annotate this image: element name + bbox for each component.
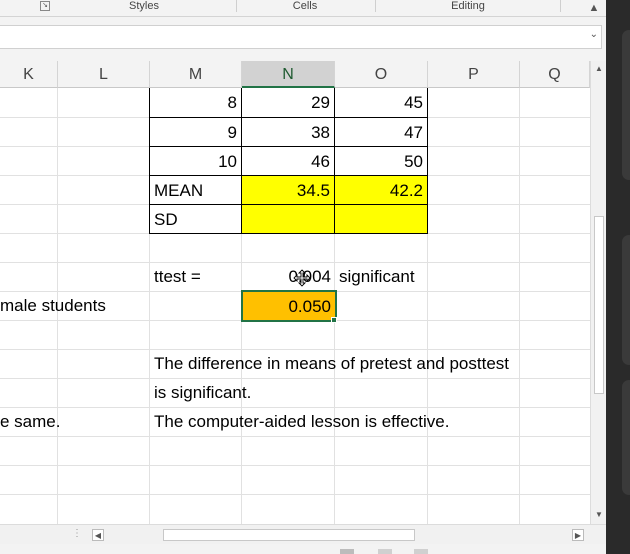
- cell-m-10[interactable]: 10: [149, 146, 242, 176]
- cell-k-overflow-same[interactable]: e same.: [0, 407, 150, 436]
- cell-n-29[interactable]: 29: [241, 88, 335, 118]
- cell-grid[interactable]: 8 29 45 9 38 47 10 46 50 MEAN 34.5 42.2 …: [0, 88, 590, 524]
- chevron-up-icon[interactable]: ▲: [584, 0, 604, 16]
- conclusion-line-3[interactable]: The computer-aided lesson is effective.: [150, 407, 590, 436]
- ribbon-separator: [560, 0, 561, 12]
- horizontal-scroll-thumb[interactable]: [163, 529, 415, 541]
- cell-o-50[interactable]: 50: [334, 146, 428, 176]
- conclusion-line-2[interactable]: is significant.: [150, 378, 590, 407]
- formula-bar: ⌄: [0, 17, 606, 61]
- mean-o-value[interactable]: 42.2: [334, 175, 428, 205]
- column-header-n[interactable]: N: [242, 61, 335, 88]
- background-panel: [622, 235, 630, 365]
- left-arrow-icon[interactable]: ◀: [92, 529, 104, 541]
- normal-view-icon[interactable]: [340, 549, 354, 554]
- fill-handle[interactable]: [331, 317, 337, 323]
- up-arrow-icon[interactable]: ▲: [594, 63, 604, 75]
- ribbon-separator: [375, 0, 376, 12]
- ribbon-group-styles: Styles: [129, 0, 159, 12]
- gridline: [0, 436, 590, 437]
- down-arrow-icon[interactable]: ▼: [594, 509, 604, 521]
- vertical-scroll-thumb[interactable]: [594, 216, 604, 394]
- ttest-label[interactable]: ttest =: [150, 262, 242, 291]
- chevron-down-icon[interactable]: ⌄: [590, 29, 598, 40]
- cell-o-47[interactable]: 47: [334, 117, 428, 147]
- selection-border: [241, 290, 337, 322]
- vertical-scrollbar[interactable]: ▲ ▼: [590, 61, 606, 524]
- column-header-q[interactable]: Q: [520, 61, 590, 88]
- ribbon-group-cells: Cells: [292, 0, 318, 12]
- page-layout-icon[interactable]: [378, 549, 392, 554]
- column-header-l[interactable]: L: [58, 61, 150, 88]
- column-header-o[interactable]: O: [335, 61, 428, 88]
- split-handle-icon[interactable]: ⋮: [72, 528, 82, 539]
- column-header-m[interactable]: M: [150, 61, 242, 88]
- gridline: [519, 88, 520, 524]
- gridline: [0, 494, 590, 495]
- sd-n-value[interactable]: [241, 204, 335, 234]
- ribbon-group-editing: Editing: [451, 0, 485, 12]
- ttest-result[interactable]: significant: [335, 262, 455, 291]
- cell-n-46[interactable]: 46: [241, 146, 335, 176]
- cell-m-8[interactable]: 8: [149, 88, 242, 118]
- horizontal-scrollbar[interactable]: ⋮ ◀ ▶: [0, 524, 606, 544]
- mean-label[interactable]: MEAN: [149, 175, 242, 205]
- right-arrow-icon[interactable]: ▶: [572, 529, 584, 541]
- cell-m-9[interactable]: 9: [149, 117, 242, 147]
- window-edge: [606, 0, 630, 554]
- background-panel: [622, 30, 630, 180]
- ribbon-separator: [236, 0, 237, 12]
- conclusion-line-1[interactable]: The difference in means of pretest and p…: [150, 349, 590, 378]
- ribbon-group-labels: ↘ Styles Cells Editing ▲: [0, 0, 606, 17]
- cell-o-45[interactable]: 45: [334, 88, 428, 118]
- sd-o-value[interactable]: [334, 204, 428, 234]
- formula-input[interactable]: [0, 25, 602, 49]
- background-panel: [622, 380, 630, 495]
- column-header-p[interactable]: P: [428, 61, 520, 88]
- cell-k-overflow-students[interactable]: male students: [0, 291, 150, 320]
- move-cursor-icon: [293, 269, 311, 287]
- column-header-k[interactable]: K: [0, 61, 58, 88]
- status-bar: [0, 544, 606, 554]
- sd-label[interactable]: SD: [149, 204, 242, 234]
- dialog-launcher-icon[interactable]: ↘: [40, 1, 50, 11]
- cell-n-38[interactable]: 38: [241, 117, 335, 147]
- mean-n-value[interactable]: 34.5: [241, 175, 335, 205]
- gridline: [0, 465, 590, 466]
- page-break-icon[interactable]: [414, 549, 428, 554]
- ttest-value[interactable]: 0.004: [242, 262, 335, 291]
